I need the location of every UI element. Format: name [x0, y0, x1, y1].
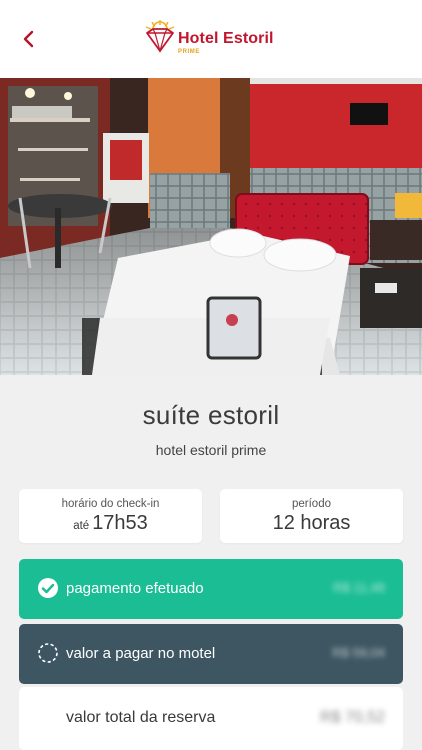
payment-paid-label: pagamento efetuado [66, 580, 204, 597]
pending-circle-icon [38, 643, 58, 663]
app-header: Hotel Estoril PRIME [0, 0, 422, 78]
chevron-left-icon [23, 30, 34, 48]
checkin-time: 17h53 [92, 512, 148, 534]
logo-name: Hotel Estoril [178, 30, 274, 47]
payment-total-label: valor total da reserva [66, 709, 216, 726]
payment-total-amount: R$ 70,52 [320, 709, 385, 726]
hotel-name: hotel estoril prime [155, 442, 267, 458]
logo-subtitle: PRIME [178, 49, 201, 55]
diamond-sun-icon [145, 20, 175, 54]
payment-paid-amount: R$ 11,48 [333, 580, 385, 595]
payment-due-label: valor a pagar no motel [66, 645, 216, 662]
hotel-logo: Hotel Estoril PRIME [144, 18, 284, 60]
period-value: 12 horas [272, 512, 351, 534]
checkin-label: horário do check-in [61, 498, 160, 510]
check-circle-icon [38, 578, 58, 598]
period-card: período 12 horas [220, 489, 403, 543]
checkin-card: horário do check-in até 17h53 [19, 489, 202, 543]
payment-paid-row: pagamento efetuado R$ 11,48 [19, 559, 403, 619]
suite-title: suíte estoril [142, 400, 280, 430]
checkin-value: até 17h53 [19, 512, 202, 535]
checkin-prefix: até [73, 520, 90, 532]
back-button[interactable] [14, 24, 44, 54]
payment-due-row: valor a pagar no motel R$ 59,04 [19, 624, 403, 684]
suite-photo [0, 78, 422, 375]
payment-total-row: valor total da reserva R$ 70,52 [19, 687, 403, 750]
period-label: período [291, 498, 331, 510]
payment-due-amount: R$ 59,04 [332, 645, 385, 660]
